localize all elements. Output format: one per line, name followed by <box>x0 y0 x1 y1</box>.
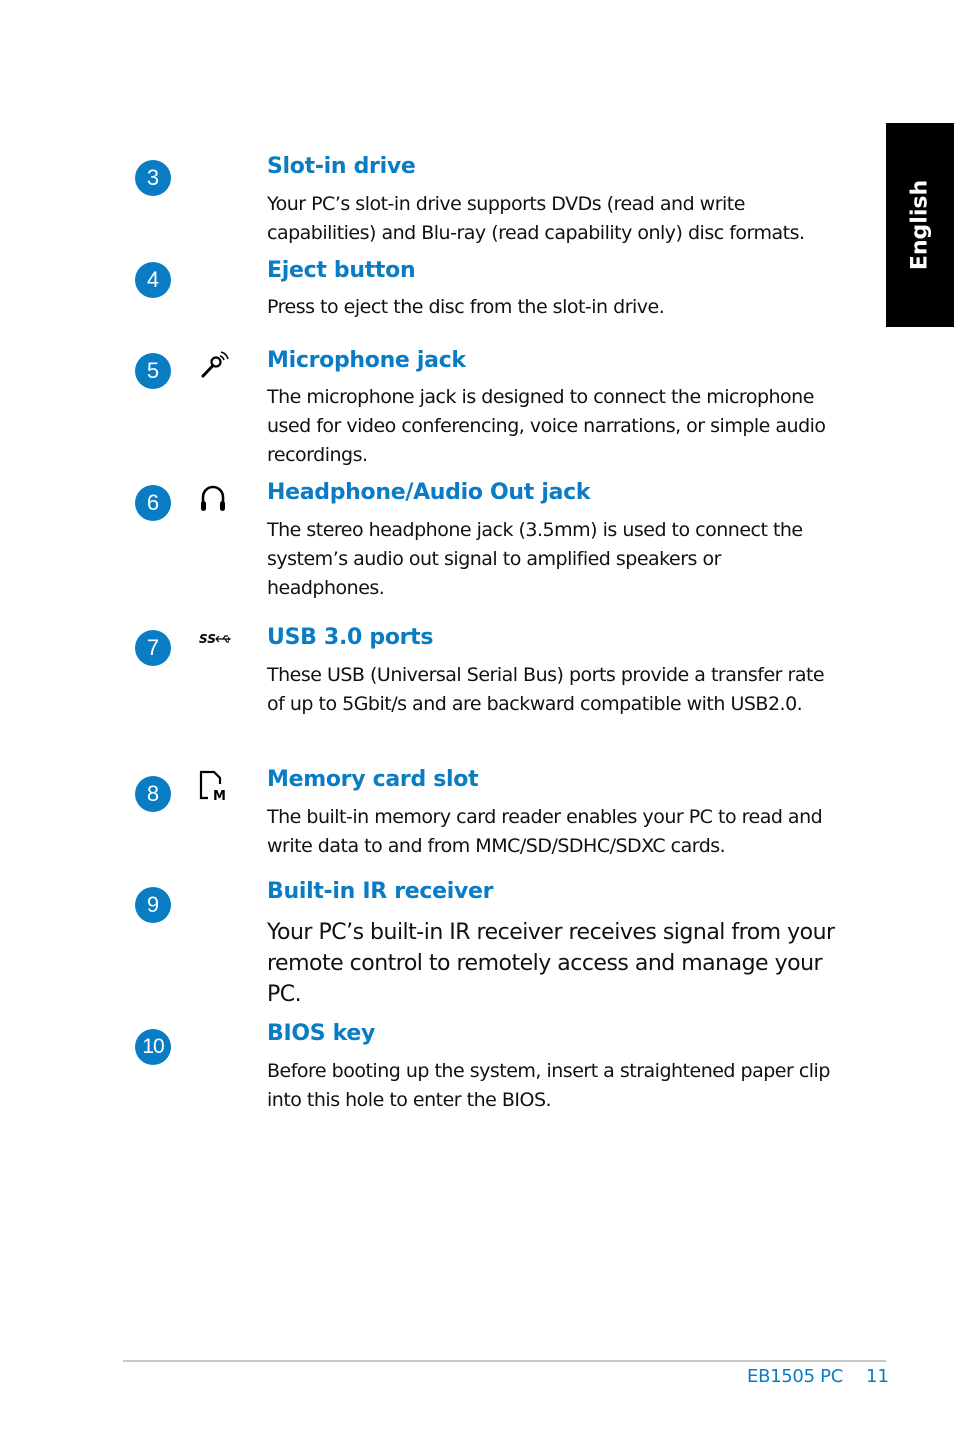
entry-title: Memory card slot <box>267 767 479 792</box>
footer-model-name: EB1505 PC <box>747 1366 843 1387</box>
entry-title: Microphone jack <box>267 348 466 373</box>
number-badge: 10 <box>135 1029 171 1065</box>
entry-description: The stereo headphone jack (3.5mm) is use… <box>267 519 803 599</box>
entry-description: Press to eject the disc from the slot-in… <box>267 296 665 318</box>
number-badge: 8 <box>135 776 171 812</box>
microphone-icon <box>201 351 229 378</box>
entry-title: BIOS key <box>267 1021 376 1046</box>
entry-description: These USB (Universal Serial Bus) ports p… <box>267 664 825 715</box>
entry-description: Your PC’s built-in IR receiver receives … <box>267 920 835 1007</box>
usb-superspeed-icon: SS <box>199 632 231 646</box>
number-badge: 6 <box>135 485 171 521</box>
number-badge: 9 <box>135 887 171 923</box>
entry-title: Eject button <box>267 258 416 283</box>
number-badge: 5 <box>135 353 171 389</box>
entry-title: Slot-in drive <box>267 154 416 179</box>
entry-title: USB 3.0 ports <box>267 625 434 650</box>
svg-text:SS: SS <box>199 632 216 646</box>
entry-description: The microphone jack is designed to conne… <box>267 386 826 466</box>
entry-description: Before booting up the system, insert a s… <box>267 1060 830 1111</box>
page-number: 11 <box>866 1366 889 1387</box>
number-badge: 3 <box>135 160 171 196</box>
headphone-icon <box>201 485 225 511</box>
footer-divider <box>123 1360 886 1362</box>
number-badge: 7 <box>135 630 171 666</box>
entry-title: Headphone/Audio Out jack <box>267 480 591 505</box>
language-tab-label: English <box>907 179 933 271</box>
entry-description: The built-in memory card reader enables … <box>267 806 823 857</box>
number-badge: 4 <box>135 262 171 298</box>
entry-description: Your PC’s slot-in drive supports DVDs (r… <box>267 193 805 244</box>
language-tab: English <box>886 123 954 327</box>
entry-title: Built-in IR receiver <box>267 879 494 904</box>
svg-text:M: M <box>213 789 226 804</box>
memory-card-icon: M <box>199 770 226 804</box>
